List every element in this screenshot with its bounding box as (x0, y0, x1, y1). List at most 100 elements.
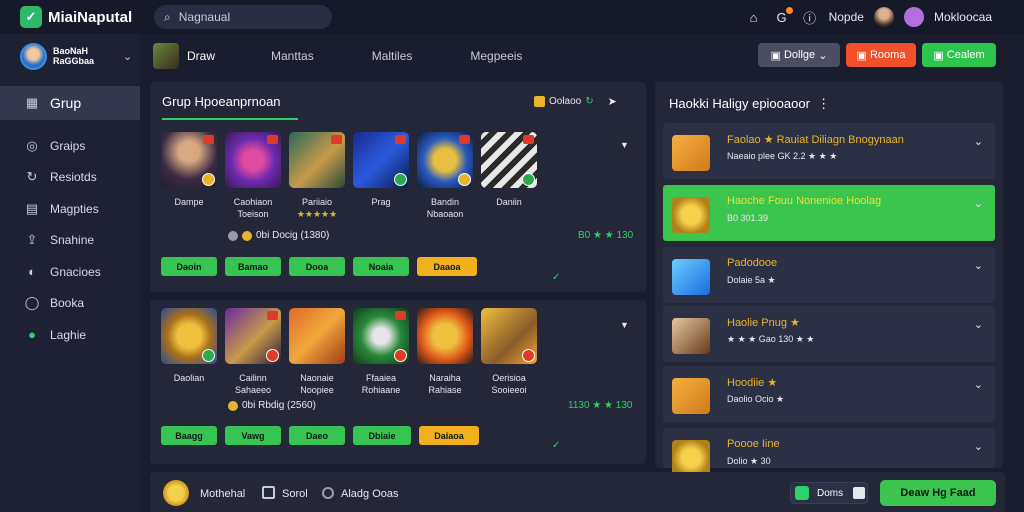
sidebar-item-label: Graips (50, 138, 86, 153)
game-card[interactable]: Daolian (161, 308, 217, 396)
grid-icon: ▦ (25, 95, 39, 110)
sidebar-item-gnacioes[interactable]: ◐ Gnacioes (0, 256, 140, 288)
list-item[interactable]: Hoodiie ★ Daolio Ocio ★ ⌄ (663, 366, 995, 422)
avatar (20, 42, 47, 70)
search-icon: ⌕ (164, 9, 171, 24)
user-text[interactable]: Nopde (829, 10, 864, 24)
list-item[interactable]: Haoche Fouu Nonenioe Hoolag B0 301.39 ⌄ (663, 185, 995, 241)
export-icon (853, 487, 866, 499)
logo-icon: ✓ (20, 6, 42, 28)
list-item[interactable]: Haolie Pnug ★ ★ ★ ★ Gao 130 ★ ★ ⌄ (663, 306, 995, 362)
game-card[interactable]: Ffaaiea Rohiaane (353, 308, 409, 396)
chevron-down-icon: ⌄ (973, 441, 983, 453)
dropdown-button[interactable]: ▣ Dollge ⌄ (758, 43, 840, 67)
chevron-down-icon: ⌄ (973, 260, 983, 272)
sidebar-item-booka[interactable]: ◯ Booka (0, 288, 140, 320)
radio-button[interactable] (322, 487, 334, 499)
profile-name[interactable]: Mokloocaa (934, 10, 992, 24)
sidebar: BaoNaH RaGGbaa ⌄ ▦ Grup ◎ Graips ↻ Resio… (0, 34, 140, 512)
chevron-down-icon: ⌄ (973, 379, 983, 391)
sidebar-item-snahine[interactable]: ⇪ Snahine (0, 225, 140, 257)
chip-button[interactable]: Daeo (289, 426, 345, 445)
sidebar-profile-name: BaoNaH RaGGbaa (53, 46, 95, 66)
panel-info: 0bi Rbdig (2560) (228, 400, 316, 411)
top-right-controls: ⌂ G ⓘ Nopde Mokloocaa (745, 0, 992, 34)
bottom-bar: Mothehal Sorol Aladg Ooas Doms Deaw Hg F… (150, 472, 1005, 512)
red-button[interactable]: ▣ Rooma (846, 43, 916, 67)
chip-button[interactable]: Bamao (225, 257, 281, 276)
game-card[interactable]: Bandin Nbaoaon (417, 132, 473, 220)
list-item[interactable]: Faolao ★ Rauiat Diliagn Bnogynaan Naeaio… (663, 123, 995, 179)
chip-button[interactable]: Baagg (161, 426, 217, 445)
green-button[interactable]: ▣ Cealem (922, 43, 996, 67)
sidebar-item-label: Magpties (50, 201, 99, 216)
game-icon: ◐ (28, 264, 36, 280)
app-title: MiaiNaputal (48, 8, 133, 26)
dropdown-arrow-icon[interactable]: ▼ (620, 320, 629, 330)
header-thumbnail[interactable] (153, 43, 179, 69)
tab-manttas[interactable]: Manttas (271, 49, 314, 63)
chip-button[interactable]: Daiaoa (419, 426, 479, 445)
game-card[interactable]: Daniin (481, 132, 537, 220)
chip-button[interactable]: Dooa (289, 257, 345, 276)
check-icon: ✓ (552, 272, 561, 283)
panel-title: Grup Hpoeanprnoan (162, 94, 281, 109)
sidebar-profile[interactable]: BaoNaH RaGGbaa ⌄ (0, 34, 140, 78)
header-row: Draw Manttas Maltiles Megpeeis ▣ Dollge … (140, 34, 1024, 78)
game-card[interactable]: Prag (353, 132, 409, 220)
chevron-down-icon: ⌄ (973, 319, 983, 331)
chip-button[interactable]: Dbiaie (353, 426, 411, 445)
refresh-icon: ↻ (585, 96, 594, 107)
list-item[interactable]: Padodooe Dolaie 5a ★ ⌄ (663, 247, 995, 303)
info-icon[interactable]: ⓘ (801, 8, 819, 26)
sidebar-item-resiotds[interactable]: ↻ Resiotds (0, 162, 140, 194)
dropdown-arrow-icon[interactable]: ▼ (620, 140, 629, 150)
home-icon[interactable]: ⌂ (745, 8, 763, 26)
game-card[interactable]: Dampe (161, 132, 217, 220)
list-item[interactable]: Poooe Iine Dolio ★ 30 ⌄ (663, 428, 995, 476)
game-card[interactable]: Cailinn Sahaeeo (225, 308, 281, 396)
app-logo[interactable]: ✓ MiaiNaputal (20, 6, 150, 28)
coin-icon (672, 440, 710, 476)
game-card[interactable]: Caohiaon Toeison (225, 132, 281, 220)
game-card[interactable]: Naonaie Noopiee (289, 308, 345, 396)
cube-icon (672, 259, 710, 295)
games-panel-top: Grup Hpoeanprnoan Oolaoo ↻ ➤ ▼ Dampe Cao… (150, 82, 646, 292)
sidebar-item-laghie[interactable]: ● Laghie (0, 319, 140, 351)
coin-icon (163, 480, 189, 506)
profile-avatar[interactable] (903, 7, 924, 27)
panel-meta: Oolaoo ↻ ➤ (534, 95, 617, 108)
chip-button[interactable]: Daaoa (417, 257, 477, 276)
notification-icon[interactable]: G (773, 7, 793, 26)
tab-maltiles[interactable]: Maltiles (372, 49, 413, 63)
chip-button[interactable]: Daoin (161, 257, 217, 276)
game-card[interactable]: Naraiha Rahiase (417, 308, 473, 396)
settings-icon: ◯ (24, 295, 40, 311)
right-panel-title: Haokki Haligy epiooaoor ⋮ (669, 96, 831, 111)
game-card[interactable]: Pariiaio ★★★★★ (289, 132, 345, 220)
coin-icon (534, 96, 545, 107)
avatar[interactable] (873, 7, 894, 27)
sidebar-item-grup[interactable]: ▦ Grup (0, 86, 140, 120)
bottom-primary-button[interactable]: Deaw Hg Faad (880, 480, 996, 506)
tab-megpeeis[interactable]: Megpeeis (470, 49, 522, 63)
games-panel-bottom: ▼ Daolian Cailinn Sahaeeo Naonaie Noopie… (150, 300, 646, 464)
chevron-down-icon[interactable]: ⌄ (123, 50, 132, 63)
chevron-down-icon: ⌄ (973, 198, 983, 210)
sidebar-item-graips[interactable]: ◎ Graips (0, 130, 140, 162)
chevron-down-icon: ⌄ (973, 136, 983, 148)
search-input[interactable]: ⌕ Nagnaual (154, 5, 332, 29)
sidebar-item-label: Laghie (50, 327, 87, 342)
coin-icon (672, 197, 710, 233)
game-icon (795, 486, 809, 500)
sidebar-item-magpties[interactable]: ▤ Magpties (0, 193, 140, 225)
game-card[interactable]: Oerisioa Sooieeoi (481, 308, 537, 396)
game-row: Dampe Caohiaon Toeison Pariiaio ★★★★★ Pr… (161, 132, 537, 220)
bottom-secondary-button[interactable]: Doms (790, 482, 868, 504)
checkbox[interactable] (262, 486, 275, 499)
chip-button[interactable]: Vawg (225, 426, 281, 445)
arrow-icon[interactable]: ➤ (608, 95, 617, 108)
gamepad-icon: ◎ (26, 137, 38, 153)
chip-button[interactable]: Noaia (353, 257, 409, 276)
coin-icon (228, 230, 238, 241)
